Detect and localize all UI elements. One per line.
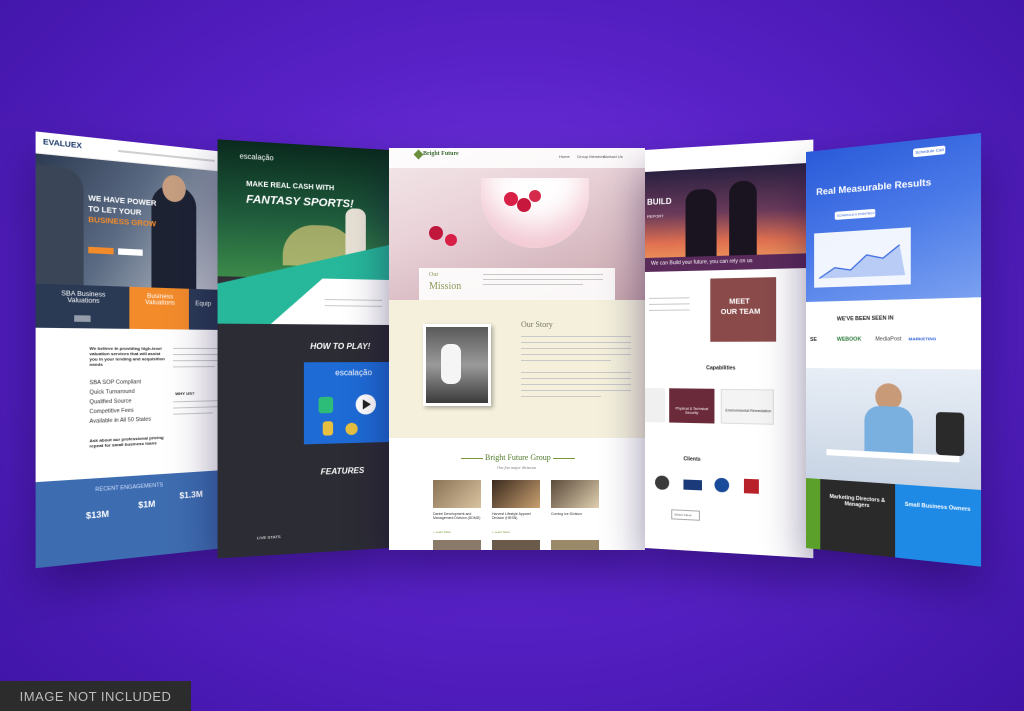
tile-valuations[interactable]: Business Valuations bbox=[129, 286, 189, 330]
tile-sba[interactable]: SBA Business Valuations bbox=[35, 283, 130, 329]
hero: BUILD REPORT bbox=[645, 162, 814, 268]
why-us-heading: WHY US? bbox=[175, 390, 195, 397]
image-not-included-label: IMAGE NOT INCLUDED bbox=[0, 681, 191, 711]
hero-report: REPORT bbox=[647, 213, 664, 219]
yogurt-bowl bbox=[481, 178, 589, 248]
clients-heading: Clients bbox=[683, 456, 701, 463]
logo-icon bbox=[413, 149, 424, 160]
chart-card bbox=[814, 227, 911, 288]
hero-heading: Real Measurable Results bbox=[816, 176, 932, 198]
client-logo-2 bbox=[683, 479, 702, 491]
hero-line-2: FANTASY SPORTS! bbox=[246, 193, 354, 211]
client-logo-1 bbox=[655, 475, 670, 491]
story-photo bbox=[423, 324, 491, 406]
hero-button[interactable] bbox=[88, 246, 114, 255]
capability-environmental[interactable]: Environmental Remediation bbox=[720, 388, 774, 425]
logo: Bright Future bbox=[423, 151, 459, 157]
division-image-2 bbox=[492, 480, 540, 508]
seen-in-heading: WE'VE BEEN SEEN IN bbox=[836, 315, 894, 323]
brand: escalação bbox=[239, 153, 274, 163]
hero-button-secondary[interactable] bbox=[118, 248, 143, 256]
group-subtitle: Our five major divisions bbox=[497, 465, 536, 470]
hero-line-3: BUSINESS GROW bbox=[88, 216, 157, 229]
hero: Bright Future Home Group Members Contact… bbox=[389, 148, 645, 300]
intro-text: We believe in providing high-level valua… bbox=[89, 345, 165, 368]
nav-members[interactable]: Group Members bbox=[577, 154, 606, 159]
nav-home[interactable]: Home bbox=[559, 154, 570, 159]
schedule-call-button[interactable]: Schedule Call bbox=[913, 145, 946, 158]
division-image-3 bbox=[551, 480, 599, 508]
logo: EVALUEX bbox=[42, 138, 82, 151]
hero-line-1: MAKE REAL CASH WITH bbox=[246, 180, 335, 193]
evaluex-website-mockup: EVALUEX WE HAVE POWER TO LET YOUR BUSINE… bbox=[35, 131, 225, 569]
marketing-website-mockup: Schedule Call Real Measurable Results SC… bbox=[806, 132, 982, 567]
features-heading: FEATURES bbox=[320, 465, 365, 477]
division-1[interactable]: Daniel Development and Management Divisi… bbox=[433, 512, 481, 520]
client-select[interactable]: Select Client bbox=[671, 509, 700, 521]
division-image-1 bbox=[433, 480, 481, 508]
division-2[interactable]: Harvest Lifestyle Apparel Division (HRSN… bbox=[492, 512, 540, 520]
mission-box: Our Mission bbox=[419, 268, 615, 300]
engagements-section: RECENT ENGAGEMENTS $13M $1M $1.3M bbox=[35, 470, 225, 569]
stat-3: $1.3M bbox=[179, 489, 203, 501]
hero-button[interactable]: SCHEDULE A STRATEGY bbox=[834, 208, 876, 220]
group-section: Bright Future Group Our five major divis… bbox=[389, 438, 645, 550]
how-to-play-heading: HOW TO PLAY! bbox=[310, 341, 371, 351]
learn-more-1[interactable]: + Learn More bbox=[433, 530, 451, 534]
client-logo-3 bbox=[714, 477, 730, 493]
client-logo-4 bbox=[743, 478, 759, 494]
group-title: Bright Future Group bbox=[485, 453, 551, 462]
division-3[interactable]: Coming Ice Division bbox=[551, 512, 599, 516]
hero: WE HAVE POWER TO LET YOUR BUSINESS GROW bbox=[35, 153, 225, 290]
area-chart bbox=[814, 227, 906, 287]
hero: Schedule Call Real Measurable Results SC… bbox=[806, 132, 982, 302]
bright-future-website-mockup: Bright Future Home Group Members Contact… bbox=[389, 148, 645, 550]
navbar: Bright Future Home Group Members Contact… bbox=[389, 148, 645, 168]
play-icon[interactable] bbox=[355, 394, 376, 415]
escalacao-website-mockup: escalação MAKE REAL CASH WITH FANTASY SP… bbox=[217, 139, 389, 559]
tile-owners[interactable]: Small Business Owners bbox=[895, 484, 982, 567]
tile-directors[interactable]: Marketing Directors & Managers bbox=[820, 478, 896, 558]
showcase-stage: EVALUEX WE HAVE POWER TO LET YOUR BUSINE… bbox=[0, 0, 1024, 711]
stat-1: $13M bbox=[85, 509, 110, 521]
logo-webook: WEBOOK bbox=[836, 336, 862, 343]
team-tile[interactable]: MEET OUR TEAM bbox=[710, 277, 777, 342]
stat-2: $1M bbox=[138, 499, 156, 511]
learn-more-2[interactable]: + Learn More bbox=[492, 530, 510, 534]
construction-website-mockup: BUILD REPORT We can Build your future, y… bbox=[645, 139, 814, 559]
video-player[interactable]: escalação bbox=[303, 362, 389, 445]
story-section: Our Story bbox=[389, 300, 645, 438]
hero-line-2: TO LET YOUR bbox=[88, 205, 142, 218]
cta-text: Ask about our professional pricing repea… bbox=[89, 434, 164, 449]
logo-mediapost: MediaPost bbox=[875, 336, 902, 343]
logo-se: SE bbox=[810, 336, 817, 343]
story-heading: Our Story bbox=[521, 320, 553, 329]
hero-build: BUILD bbox=[647, 196, 672, 207]
office-photo bbox=[806, 368, 982, 490]
logo-marketing: MARKETING bbox=[908, 335, 937, 342]
capabilities-heading: Capabilities bbox=[706, 365, 736, 372]
capability-security[interactable]: Physical & Technical Security bbox=[669, 388, 715, 424]
nav-contact[interactable]: Contact Us bbox=[603, 154, 623, 159]
